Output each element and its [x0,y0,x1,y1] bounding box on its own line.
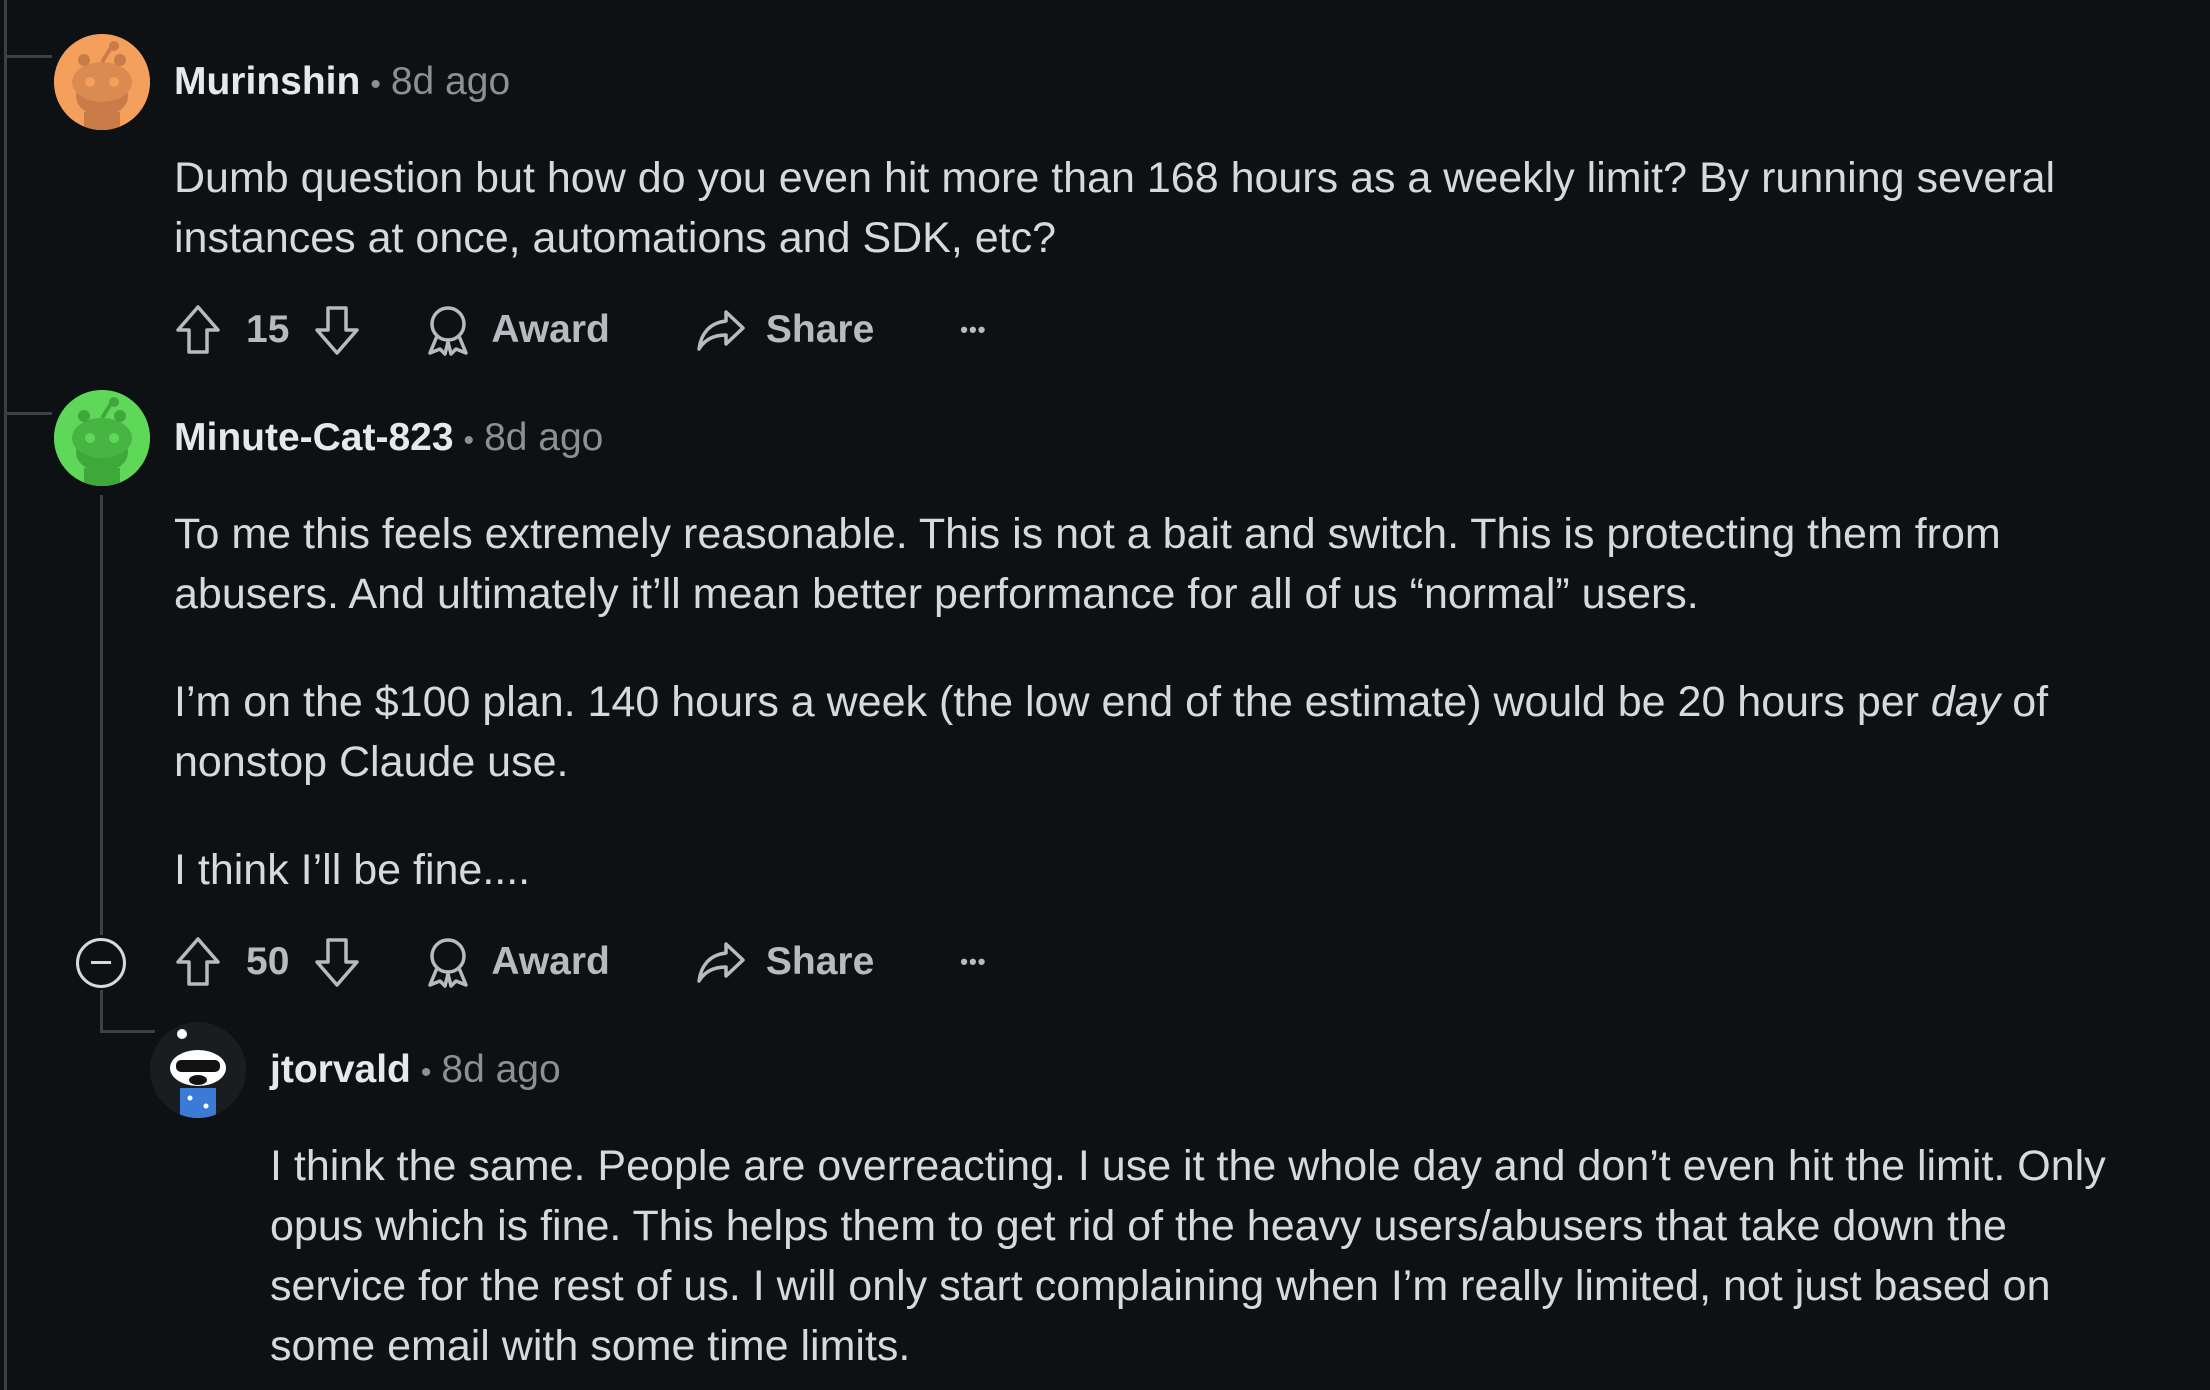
vote-count: 15 [246,308,290,351]
comment-paragraph: I’m on the $100 plan. 140 hours a week (… [174,672,2134,792]
thread-connector-1 [4,55,52,58]
username[interactable]: Murinshin [174,60,360,103]
more-horizontal-icon: ••• [960,949,987,974]
share-label: Share [765,308,875,351]
comment-meta: Minute-Cat-823 • 8d ago [174,414,603,465]
thread-line-top-left [4,0,7,1390]
comment-paragraph: To me this feels extremely reasonable. T… [174,510,2001,618]
comment-body: Dumb question but how do you even hit mo… [174,154,2056,262]
downvote-button[interactable] [313,932,361,992]
timestamp[interactable]: 8d ago [441,1048,560,1091]
downvote-arrow-icon [315,306,360,355]
share-label: Share [765,940,875,983]
meta-separator: • [463,424,475,457]
share-arrow-icon [697,942,745,983]
upvote-button[interactable] [174,932,222,992]
more-options-button[interactable]: ••• [960,932,986,992]
snoo-avatar-icon [54,34,150,130]
comment-body: I think the same. People are overreactin… [270,1142,2106,1370]
avatar[interactable] [54,34,150,130]
share-button[interactable]: Share [696,300,874,360]
more-horizontal-icon: ••• [960,317,987,342]
share-button[interactable]: Share [696,932,874,992]
award-label: Award [491,308,610,351]
award-ribbon-icon [428,306,469,356]
thread-line-child [100,495,103,935]
more-options-button[interactable]: ••• [960,300,986,360]
avatar[interactable] [150,1022,246,1118]
comment-actions: 15 Award Share ••• [174,300,986,360]
snoo-avatar-icon [54,390,150,486]
share-arrow-icon [697,310,745,351]
paragraph-emphasis: day [1930,678,2001,726]
meta-separator: • [370,68,381,101]
thread-connector-2 [4,412,52,415]
downvote-arrow-icon [315,938,360,987]
vote-count: 50 [246,940,290,983]
collapse-minus-icon[interactable] [76,938,126,988]
avatar[interactable] [54,390,150,486]
award-button[interactable]: Award [425,300,610,360]
award-button[interactable]: Award [425,932,610,992]
username[interactable]: Minute-Cat-823 [174,416,454,459]
snoo-avatar-icon [150,1022,246,1118]
upvote-arrow-icon [176,937,220,986]
award-label: Award [491,940,610,983]
comment-meta: Murinshin • 8d ago [174,58,510,109]
thread-connector-3 [100,1030,155,1033]
upvote-button[interactable] [174,300,222,360]
username[interactable]: jtorvald [270,1048,411,1091]
upvote-arrow-icon [176,305,220,354]
comment-actions: 50 Award Share ••• [174,932,986,992]
thread-line-child-lower [100,990,103,1032]
paragraph-text-start: I’m on the $100 plan. 140 hours a week (… [174,678,1931,726]
meta-separator: • [420,1056,432,1089]
award-ribbon-icon [428,938,469,988]
comment-paragraph: I think I’ll be fine.... [174,846,531,894]
downvote-button[interactable] [313,300,361,360]
timestamp[interactable]: 8d ago [484,416,603,459]
timestamp[interactable]: 8d ago [391,60,510,103]
comment-meta: jtorvald • 8d ago [270,1046,561,1097]
